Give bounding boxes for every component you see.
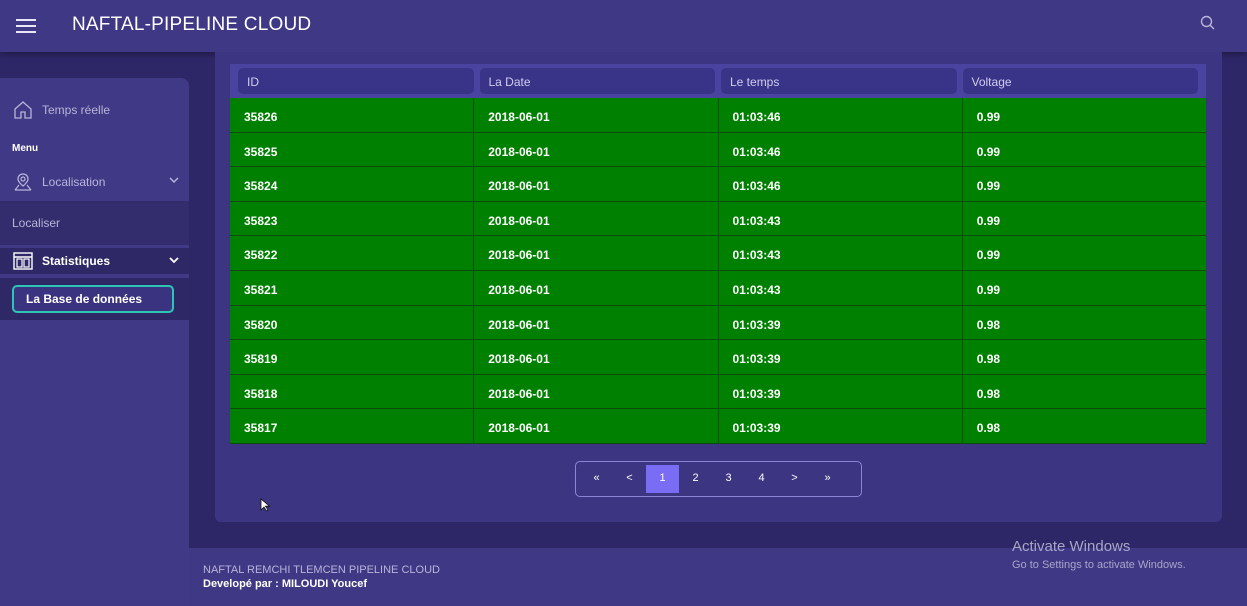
column-header-voltage[interactable]: Voltage	[962, 68, 1198, 94]
sidebar-item-localisation[interactable]: Localisation	[0, 170, 189, 194]
cell-voltage: 0.99	[976, 110, 1001, 124]
page-3-button[interactable]: 3	[712, 465, 745, 493]
table-body: 35826 2018-06-01 01:03:46 0.99 35825 201…	[230, 98, 1206, 444]
cell-voltage: 0.99	[976, 179, 1001, 194]
cell-id: 35817	[230, 409, 475, 443]
location-pin-icon	[14, 173, 32, 191]
pagination: « < 1 2 3 4 > »	[575, 461, 862, 497]
cell-voltage: 0.99	[976, 248, 1001, 263]
sidebar-item-label: Statistiques	[42, 254, 111, 268]
cell-voltage: 0.98	[976, 317, 1001, 332]
cell-voltage: 0.99	[976, 282, 1001, 297]
cell-id: 35824	[230, 167, 475, 201]
cell-date: 2018-06-01	[474, 236, 719, 270]
cell-id: 35818	[230, 374, 475, 409]
sidebar: Temps réelle Menu Localisation Localiser…	[0, 78, 189, 606]
table-row: 35823 2018-06-01 01:03:43 0.99	[230, 201, 1206, 237]
table-row: 35825 2018-06-01 01:03:46 0.99	[230, 132, 1206, 168]
cell-id: 35822	[230, 236, 475, 270]
cell-time: 01:03:39	[719, 374, 963, 409]
table-header: ID La Date Le temps Voltage	[230, 64, 1206, 98]
table-row: 35818 2018-06-01 01:03:39 0.98	[230, 374, 1206, 410]
page-next-button[interactable]: >	[778, 465, 811, 493]
cell-time: 01:03:43	[719, 201, 963, 236]
footer-title: NAFTAL REMCHI TLEMCEN PIPELINE CLOUD	[203, 564, 440, 576]
cell-date: 2018-06-01	[474, 201, 719, 236]
footer-credits: Developé par : MILOUDI Youcef	[203, 578, 368, 590]
cell-time: 01:03:46	[719, 132, 963, 167]
cell-voltage: 0.98	[976, 352, 1001, 367]
sidebar-item-temps-reelle[interactable]: Temps réelle	[0, 98, 189, 122]
table-columns-icon	[13, 252, 33, 270]
table-row: 35822 2018-06-01 01:03:43 0.99	[230, 236, 1206, 271]
data-card: ID La Date Le temps Voltage 35826 2018-0…	[215, 52, 1222, 522]
cell-voltage: 0.99	[976, 213, 1001, 228]
cell-id: 35825	[230, 132, 475, 167]
cell-id: 35820	[230, 305, 475, 340]
column-header-time[interactable]: Le temps	[721, 68, 957, 94]
menu-heading: Menu	[12, 143, 39, 154]
sidebar-item-label: Localisation	[42, 175, 106, 189]
cell-time: 01:03:46	[719, 98, 963, 132]
cell-id: 35823	[230, 201, 475, 236]
cell-date: 2018-06-01	[474, 305, 719, 340]
hamburger-menu-icon[interactable]	[16, 19, 36, 33]
cell-time: 01:03:46	[719, 167, 963, 201]
sidebar-submenu-localisation: Localiser	[0, 201, 189, 245]
cell-date: 2018-06-01	[474, 409, 719, 443]
sidebar-item-localiser[interactable]: Localiser	[12, 216, 60, 230]
page-prev-button[interactable]: <	[613, 465, 646, 493]
sidebar-item-statistiques[interactable]: Statistiques	[0, 248, 189, 274]
page-first-button[interactable]: «	[580, 465, 613, 493]
page-last-button[interactable]: »	[811, 465, 844, 493]
cell-time: 01:03:39	[719, 409, 963, 443]
page-4-button[interactable]: 4	[745, 465, 778, 493]
watermark-title: Activate Windows	[1012, 538, 1131, 555]
column-header-date[interactable]: La Date	[479, 68, 715, 94]
app-title: NAFTAL-PIPELINE CLOUD	[72, 14, 312, 35]
cell-time: 01:03:39	[719, 340, 963, 374]
table-row: 35819 2018-06-01 01:03:39 0.98	[230, 340, 1206, 375]
column-header-id[interactable]: ID	[238, 68, 474, 94]
sidebar-submenu-statistiques: La Base de données	[0, 278, 189, 320]
table-row: 35817 2018-06-01 01:03:39 0.98	[230, 409, 1206, 444]
chevron-down-icon	[169, 177, 179, 184]
search-icon[interactable]	[1199, 14, 1217, 32]
sidebar-item-label: Temps réelle	[42, 103, 111, 117]
page-2-button[interactable]: 2	[679, 465, 712, 493]
cell-date: 2018-06-01	[474, 132, 719, 167]
cell-id: 35821	[230, 270, 475, 305]
cell-id: 35819	[230, 340, 475, 374]
watermark-subtitle: Go to Settings to activate Windows.	[1012, 559, 1186, 571]
cell-date: 2018-06-01	[474, 167, 719, 201]
cell-date: 2018-06-01	[474, 270, 719, 305]
cell-date: 2018-06-01	[474, 340, 719, 374]
cell-time: 01:03:43	[719, 270, 963, 305]
cell-date: 2018-06-01	[474, 98, 719, 132]
home-icon	[14, 101, 32, 119]
cell-voltage: 0.98	[976, 421, 1001, 436]
sidebar-item-base-de-donnees[interactable]: La Base de données	[12, 285, 174, 313]
cell-id: 35826	[230, 98, 475, 132]
table-row: 35821 2018-06-01 01:03:43 0.99	[230, 270, 1206, 306]
table-row: 35820 2018-06-01 01:03:39 0.98	[230, 305, 1206, 341]
top-bar: NAFTAL-PIPELINE CLOUD	[0, 0, 1247, 52]
cell-voltage: 0.99	[976, 144, 1001, 159]
cell-date: 2018-06-01	[474, 374, 719, 409]
cell-time: 01:03:39	[719, 305, 963, 340]
mouse-cursor-icon	[260, 498, 271, 512]
table-row: 35826 2018-06-01 01:03:46 0.99	[230, 98, 1206, 133]
table-row: 35824 2018-06-01 01:03:46 0.99	[230, 167, 1206, 202]
cell-time: 01:03:43	[719, 236, 963, 270]
cell-voltage: 0.98	[976, 386, 1001, 401]
page-1-button[interactable]: 1	[646, 465, 679, 493]
chevron-down-icon	[169, 257, 179, 264]
activate-windows-watermark: Activate Windows Go to Settings to activ…	[1012, 538, 1186, 571]
footer: NAFTAL REMCHI TLEMCEN PIPELINE CLOUD Dev…	[189, 538, 1247, 606]
